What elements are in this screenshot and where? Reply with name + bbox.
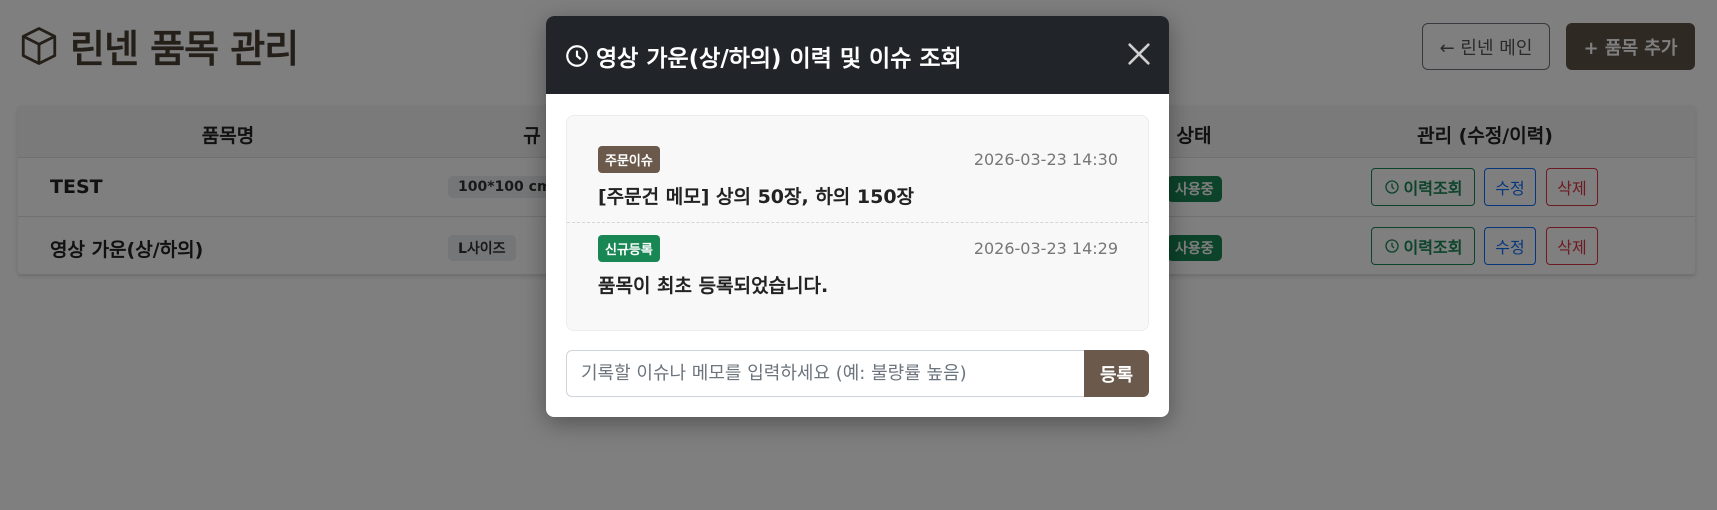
memo-input[interactable] [566,350,1085,397]
entry-timestamp: 2026-03-23 14:30 [973,150,1118,169]
clock-icon [566,45,588,67]
history-entry: 신규등록 2026-03-23 14:29 품목이 최초 등록되었습니다. [567,222,1148,310]
modal-title: 영상 가운(상/하의) 이력 및 이슈 조회 [564,39,962,73]
new-registration-tag: 신규등록 [598,235,660,262]
history-modal: 영상 가운(상/하의) 이력 및 이슈 조회 주문이슈 2026-03-23 1… [546,16,1169,417]
history-list: 주문이슈 2026-03-23 14:30 [주문건 메모] 상의 50장, 하… [566,115,1149,331]
entry-timestamp: 2026-03-23 14:29 [973,239,1118,258]
entry-text: [주문건 메모] 상의 50장, 하의 150장 [598,186,915,208]
history-entry: 주문이슈 2026-03-23 14:30 [주문건 메모] 상의 50장, 하… [567,146,1148,234]
close-icon[interactable] [1125,40,1153,68]
modal-header: 영상 가운(상/하의) 이력 및 이슈 조회 [546,16,1169,94]
issue-tag: 주문이슈 [598,146,660,173]
entry-text: 품목이 최초 등록되었습니다. [598,275,829,297]
modal-title-text: 영상 가운(상/하의) 이력 및 이슈 조회 [596,46,962,72]
submit-button[interactable]: 등록 [1084,350,1149,397]
